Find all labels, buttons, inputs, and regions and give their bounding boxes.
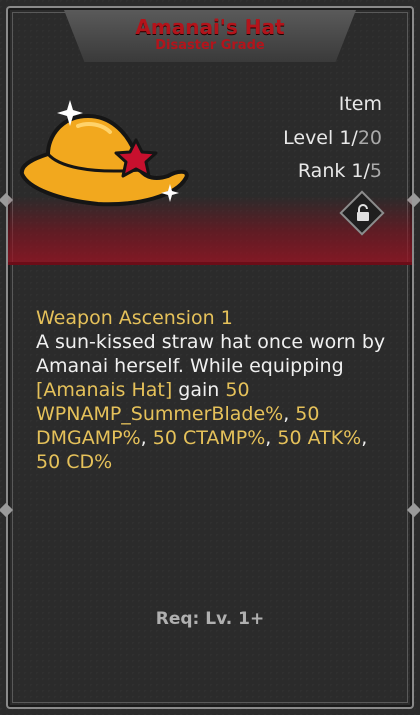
item-description: Weapon Ascension 1 A sun-kissed straw ha… — [36, 306, 386, 474]
lock-icon — [357, 204, 369, 221]
item-level: Level 1/20 — [283, 127, 382, 149]
level-requirement: Req: Lv. 1+ — [155, 609, 265, 629]
stat-separator: , — [361, 427, 368, 449]
stat-value: 50 CTAMP% — [152, 427, 266, 449]
hat-icon — [19, 100, 189, 207]
item-rank: Rank 1/5 — [298, 160, 382, 182]
item-grade: Disaster Grade — [155, 38, 265, 53]
ascension-heading: Weapon Ascension 1 — [36, 307, 233, 329]
level-label: Level 1/ — [283, 127, 358, 149]
stat-separator: , — [283, 403, 296, 425]
item-tooltip-card: Amanai's Hat Disaster Grade Item Level 1… — [0, 0, 420, 715]
rank-max: 5 — [369, 160, 382, 182]
item-name: Amanai's Hat — [135, 15, 285, 39]
item-reference: [Amanais Hat] — [36, 379, 173, 401]
rank-label: Rank 1/ — [297, 160, 370, 182]
item-type: Item — [338, 93, 382, 115]
stat-value: 50 ATK% — [277, 427, 362, 449]
stat-separator: , — [265, 427, 278, 449]
header-divider — [8, 262, 412, 265]
stat-value: 50 CD% — [36, 451, 113, 473]
level-max: 20 — [357, 127, 382, 149]
description-text: gain — [172, 379, 226, 401]
stat-separator: , — [140, 427, 153, 449]
description-text: A sun-kissed straw hat once worn by Aman… — [36, 331, 386, 377]
